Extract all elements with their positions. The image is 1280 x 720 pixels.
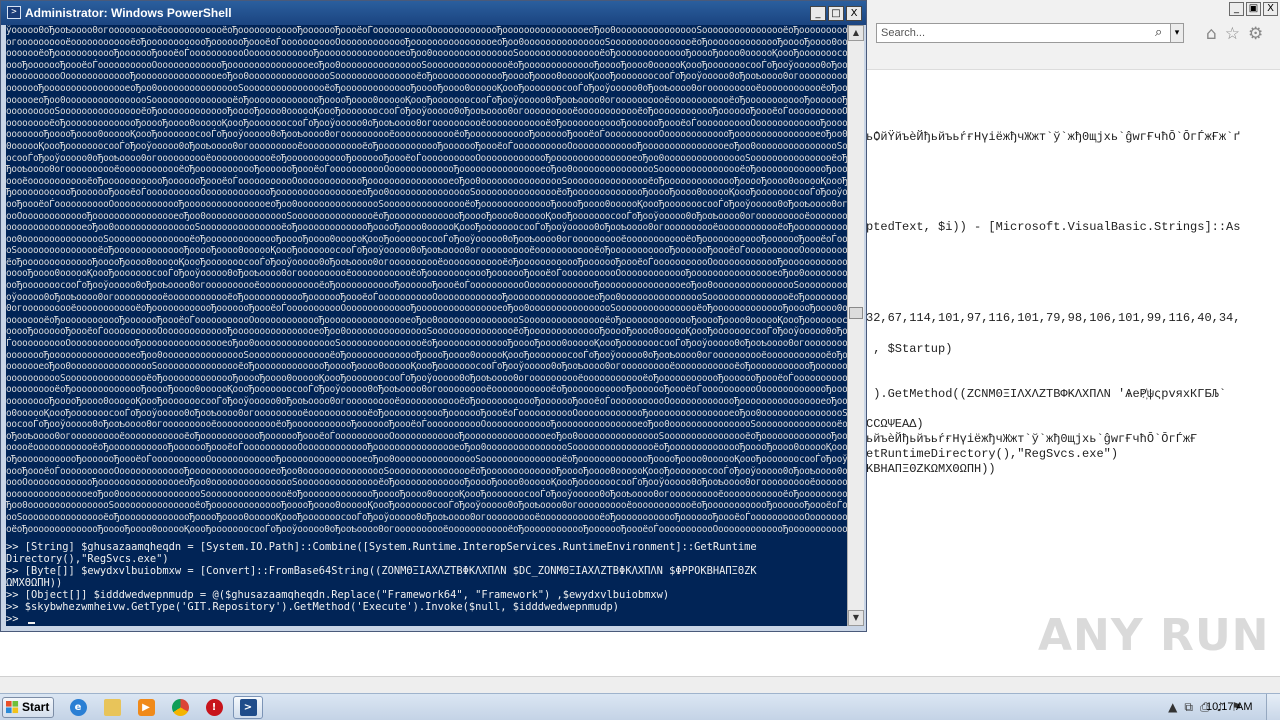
command-line: >> [Byte[]] $ewydxvlbuiobmxw = [Convert]… [6, 565, 757, 577]
taskbar-app-chrome[interactable] [165, 696, 195, 719]
scrollbar-thumb[interactable] [849, 307, 863, 319]
windows-logo-icon [6, 701, 19, 714]
horizontal-scrollbar[interactable] [0, 676, 1280, 693]
search-icon[interactable]: ⌕ [1155, 25, 1162, 40]
code-line: CCΩΨΕΑΔ) [866, 417, 924, 431]
close-button[interactable]: X [1263, 2, 1278, 16]
command-line: >> [String] $ghusazaamqheqdn = [System.I… [6, 541, 757, 553]
search-input[interactable]: Search... [876, 23, 1176, 43]
close-button[interactable]: X [846, 6, 862, 21]
code-line: ptedText, $i)) - [Microsoft.VisualBasic.… [866, 220, 1241, 234]
code-line: , $Startup) [866, 342, 953, 356]
browser-toolbar: _ ▣ X Search... ⌕ ▾ ⌂ ☆ ⚙ [866, 0, 1280, 70]
taskbar-app-antivirus[interactable]: ! [199, 696, 229, 719]
powershell-icon: > [239, 699, 257, 716]
command-line: >> [Object[]] $idddwedwepnmudp = @($ghus… [6, 589, 670, 601]
taskbar: Start e ▶ ! > ▲ ⧉ ⎙ ♪ ⚑ 10:17 AM [0, 693, 1280, 720]
start-label: Start [22, 700, 50, 714]
command-line: ΩΜΧΘΩΠΗ)) [6, 577, 63, 589]
ie-icon: e [69, 699, 87, 716]
browser-window: _ ▣ X Search... ⌕ ▾ ⌂ ☆ ⚙ ьѺйΫйъѐЙђьйъьŕ… [866, 0, 1280, 676]
scroll-down-button[interactable]: ▼ [848, 610, 864, 626]
window-title: Administrator: Windows PowerShell [25, 6, 232, 20]
folder-icon [103, 699, 121, 716]
taskbar-app-powershell[interactable]: > [233, 696, 263, 719]
show-desktop-button[interactable] [1266, 694, 1280, 720]
maximize-button[interactable]: ▣ [1246, 2, 1261, 16]
taskbar-app-media[interactable]: ▶ [131, 696, 161, 719]
search-dropdown-button[interactable]: ▾ [1170, 23, 1184, 43]
code-line: 32,67,114,101,97,116,101,79,98,106,101,9… [866, 311, 1241, 325]
code-line: etRuntimeDirectory(),"RegSvcs.exe") [866, 447, 1119, 461]
command-line: Directory(),"RegSvcs.exe") [6, 553, 169, 565]
start-button[interactable]: Start [2, 697, 54, 718]
home-icon[interactable]: ⌂ [1206, 24, 1217, 44]
prompt-line[interactable]: >> [6, 613, 847, 625]
code-line: ьйъѐЙђьйъьŕғНүіёжђчЖжт`ў`жђ0щјхь`ĝwгҒчћŌ… [866, 432, 1198, 446]
powershell-window: > Administrator: Windows PowerShell _ □ … [0, 0, 867, 632]
obfuscated-output: ўооооо0оЂооҌоооо0огоооооооооёооооооооооо… [6, 25, 847, 535]
media-player-icon: ▶ [137, 699, 155, 716]
watermark-logo: ANY RUN [1038, 610, 1270, 661]
maximize-button[interactable]: □ [828, 6, 844, 21]
clock[interactable]: 10:17 AM [1206, 701, 1252, 713]
antivirus-icon: ! [205, 699, 223, 716]
taskbar-app-ie[interactable]: e [63, 696, 93, 719]
minimize-button[interactable]: _ [1229, 2, 1244, 16]
vertical-scrollbar[interactable]: ▲ ▼ [847, 25, 864, 626]
console-output[interactable]: ўооооо0оЂооҌоооо0огоооооооооёооооооооооо… [6, 25, 847, 626]
star-icon[interactable]: ☆ [1225, 24, 1240, 44]
taskbar-app-explorer[interactable] [97, 696, 127, 719]
settings-icon[interactable]: ⚙ [1248, 24, 1263, 44]
scroll-up-button[interactable]: ▲ [848, 25, 864, 41]
network-icon[interactable]: ⧉ [1184, 700, 1193, 715]
browser-content: ьѺйΫйъѐЙђьйъьŕғНүіёжђчЖжт`ў`жђ0щјхь`ĝwгҒ… [866, 70, 1280, 676]
window-controls: _ □ X [810, 6, 862, 21]
command-line: >> $skybwhezwmheivw.GetType('GIT.Reposit… [6, 601, 620, 613]
browser-window-controls: _ ▣ X [1229, 2, 1278, 16]
chrome-icon [171, 699, 189, 716]
minimize-button[interactable]: _ [810, 6, 826, 21]
code-line: ΚΒΗΑΠΞΘΖΚΩΜΧΘΩΠΗ)) [866, 462, 996, 476]
code-line: ьѺйΫйъѐЙђьйъьŕғНүіёжђчЖжт`ў`жђ0щјхь`ĝwгҒ… [866, 130, 1241, 144]
title-bar[interactable]: > Administrator: Windows PowerShell _ □ … [1, 1, 866, 25]
powershell-icon: > [7, 6, 21, 19]
code-line: ).GetMethod((ZCNMΘΞΙΛΧΛΖΤΒΦΚΛΧΠΛΝ 'ѦеР҉ψ… [866, 387, 1227, 401]
text-cursor [28, 622, 35, 624]
tray-arrow-icon[interactable]: ▲ [1168, 700, 1177, 715]
